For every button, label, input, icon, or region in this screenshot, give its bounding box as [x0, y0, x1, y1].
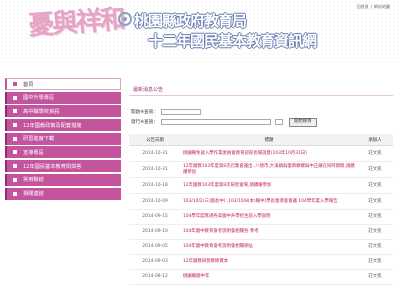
sidebar-item-faq[interactable]: 12年國民基本教育問與答: [5, 160, 121, 173]
keyword-search-label: 發行※查詢：: [131, 120, 158, 125]
row-title-link[interactable]: 104學年度無適各高國中升學招生說入學說明: [181, 209, 357, 225]
square-icon: [13, 123, 17, 128]
logo: 憂與祥和: [27, 4, 126, 42]
square-icon: [13, 136, 17, 141]
row-date: 2014-09-03: [129, 254, 181, 270]
emblem-icon: [118, 12, 132, 26]
keyword-search-input[interactable]: [161, 119, 271, 125]
square-icon: [13, 82, 17, 86]
column-header-title: 標題: [181, 134, 357, 146]
sidebar: 首頁 國中升學專區 高中職學校資訊 12年國教政策及配套措施 研習進度下載 宣導…: [5, 78, 121, 201]
row-title-link[interactable]: 12年國教103年度第8次召集會議出..八德市,大溪鎮與復興鄉鄉與中正鎮在同時期…: [181, 161, 357, 178]
row-date: 2014-10-18: [129, 177, 181, 194]
square-icon: [13, 150, 17, 155]
row-title-link[interactable]: 104年國中教育會考說明會相關網址: [181, 239, 357, 255]
row-title-link[interactable]: 12年國教研習教師資本: [181, 254, 357, 270]
table-row: 2014-10-09 103/10/2(三)國長中) ,103/10/8(本)繼…: [129, 193, 393, 210]
sidebar-item-high-school-info[interactable]: 高中職學校資訊: [5, 105, 121, 118]
date-search-label: 開啟※查詢：: [131, 110, 158, 115]
row-date: 2014-10-09: [129, 193, 181, 210]
row-owner: 莊文凱: [357, 224, 393, 240]
column-header-date: 公告日期: [129, 134, 181, 146]
table-row: 2014-09-05 104年國中教育會考說明會相關網址 莊文凱: [129, 239, 393, 255]
table-row: 2014-10-31 12年國教103年度第8次召集會議出..八德市,大溪鎮與復…: [129, 161, 393, 178]
row-date: 2014-09-10: [129, 224, 181, 240]
row-owner: 莊文凱: [357, 177, 393, 194]
search-form: 開啟※查詢： 發行※查詢： 開始搜尋: [131, 108, 393, 127]
sidebar-item-policy[interactable]: 12年國教政策及配套措施: [5, 119, 121, 132]
row-date: 2014-08-12: [129, 269, 181, 285]
column-header-owner: 承辦人: [357, 134, 393, 146]
main-content: 最新消息公告 開啟※查詢： 發行※查詢： 開始搜尋 公告日期 標題 承辦人 20…: [129, 86, 393, 285]
table-row: 2014-10-31 桃園縣免試入學作業委員會教育部部長場說意(103年10月3…: [129, 145, 393, 162]
date-search-input[interactable]: [161, 109, 201, 115]
row-owner: 莊文凱: [357, 239, 393, 255]
site-subtitle: 十二年國民基本教育資訊網: [148, 32, 317, 50]
row-owner: 莊文凱: [357, 161, 393, 178]
sidebar-item-home[interactable]: 首頁: [5, 78, 121, 90]
table-row: 2014-08-12 桃園縣國中年 莊文凱: [129, 269, 393, 285]
row-date: 2014-09-15: [129, 209, 181, 225]
keyword-option-select[interactable]: [275, 119, 283, 125]
row-title-link[interactable]: 104年國中教育會考說明會相關各 參考: [181, 224, 357, 240]
site-title: 桃園縣政府教育局: [134, 12, 247, 30]
sidebar-item-common-links[interactable]: 常用聯結: [5, 173, 121, 186]
sidebar-item-downloads[interactable]: 研習進度下載: [5, 132, 121, 145]
table-row: 2014-09-10 104年國中教育會考說明會相關各 參考 莊文凱: [129, 224, 393, 240]
row-date: 2014-09-05: [129, 239, 181, 255]
row-owner: 莊文凱: [357, 145, 393, 162]
row-title-link[interactable]: 103/10/2(三)國長中) ,103/10/8(本)繼中(學長督導會會議 1…: [181, 193, 357, 210]
announcement-table: 公告日期 標題 承辦人 2014-10-31 桃園縣免試入學作業委員會教育部部長…: [129, 134, 393, 285]
site-header: 憂與祥和 桃園縣政府教育局 十二年國民基本教育資訊網: [0, 0, 400, 62]
search-button[interactable]: 開始搜尋: [289, 117, 317, 127]
square-icon: [13, 177, 17, 182]
table-row: 2014-09-15 104學年度無適各高國中升學招生說入學說明 莊文凱: [129, 209, 393, 225]
square-icon: [13, 109, 17, 114]
sidebar-item-related-links[interactable]: 相關連結: [5, 187, 121, 200]
sidebar-item-promotion[interactable]: 宣導專區: [5, 146, 121, 159]
row-date: 2014-10-31: [129, 161, 181, 178]
row-title-link[interactable]: 12年國教103年度第8次研習會場,請踴躍參加: [181, 177, 357, 194]
row-owner: 莊文凱: [357, 209, 393, 225]
row-owner: 莊文凱: [357, 254, 393, 270]
square-icon: [13, 95, 17, 100]
sidebar-item-junior-high[interactable]: 國中升學專區: [5, 91, 121, 104]
row-title-link[interactable]: 桃園縣免試入學作業委員會教育部部長場說意(103年10月31日): [181, 145, 357, 162]
section-title: 最新消息公告: [129, 86, 393, 96]
table-row: 2014-09-03 12年國教研習教師資本 莊文凱: [129, 254, 393, 270]
row-date: 2014-10-31: [129, 145, 181, 162]
table-row: 2014-10-18 12年國教103年度第8次研習會場,請踴躍參加 莊文凱: [129, 177, 393, 194]
row-owner: 莊文凱: [357, 269, 393, 285]
row-owner: 莊文凱: [357, 193, 393, 210]
row-title-link[interactable]: 桃園縣國中年: [181, 269, 357, 285]
square-icon: [13, 164, 17, 169]
square-icon: [13, 191, 17, 196]
